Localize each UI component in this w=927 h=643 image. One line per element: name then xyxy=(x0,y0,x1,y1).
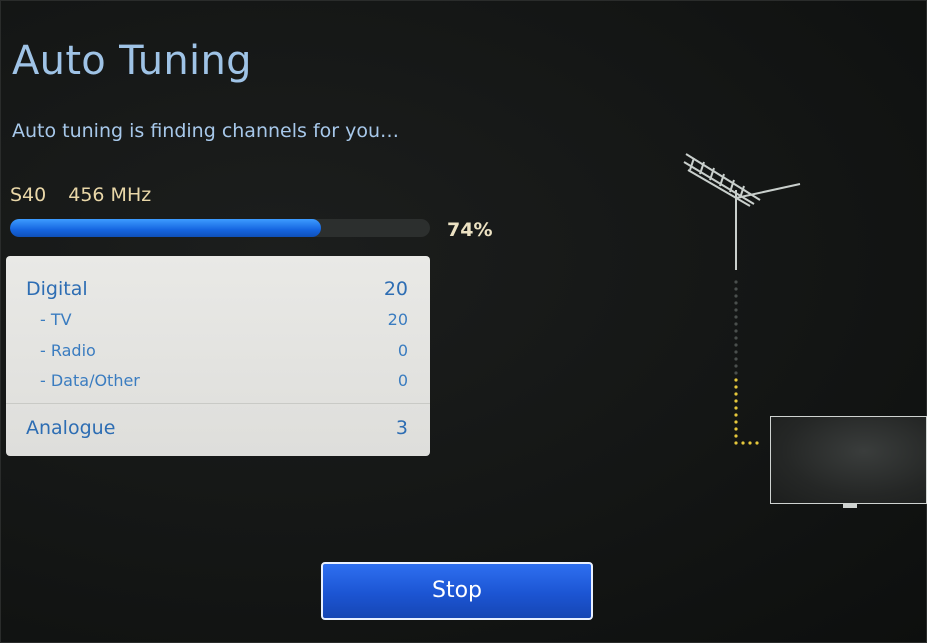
signal-dot xyxy=(734,385,738,389)
progress-bar xyxy=(10,219,430,237)
data-other-count: 0 xyxy=(397,371,408,390)
signal-dot xyxy=(734,378,738,382)
signal-dot xyxy=(734,357,738,361)
signal-dot xyxy=(734,336,738,340)
signal-dot xyxy=(734,301,738,305)
tv-icon xyxy=(770,416,927,504)
tv-label: - TV xyxy=(40,310,72,329)
analogue-label: Analogue xyxy=(26,417,116,439)
signal-dot xyxy=(734,294,738,298)
analogue-count: 3 xyxy=(395,417,408,439)
signal-dot xyxy=(748,441,752,445)
radio-count: 0 xyxy=(397,341,408,360)
signal-dot xyxy=(734,322,738,326)
signal-dot xyxy=(734,371,738,375)
results-row-radio: - Radio 0 xyxy=(6,341,430,369)
signal-dot xyxy=(734,427,738,431)
progress-percent: 74% xyxy=(447,219,493,241)
tv-stand xyxy=(843,504,857,508)
results-row-tv: - TV 20 xyxy=(6,310,430,338)
signal-dot xyxy=(734,399,738,403)
results-row-digital: Digital 20 xyxy=(6,278,430,306)
radio-label: - Radio xyxy=(40,341,96,360)
signal-dot xyxy=(734,441,738,445)
digital-label: Digital xyxy=(26,278,88,300)
data-other-label: - Data/Other xyxy=(40,371,140,390)
channel-frequency: 456 MHz xyxy=(68,184,152,206)
signal-dot xyxy=(734,343,738,347)
signal-dot xyxy=(734,329,738,333)
signal-dot xyxy=(734,413,738,417)
signal-dot xyxy=(734,280,738,284)
signal-dot xyxy=(734,420,738,424)
results-row-data-other: - Data/Other 0 xyxy=(6,371,430,399)
progress-fill xyxy=(10,219,321,237)
signal-dot xyxy=(734,434,738,438)
signal-dot xyxy=(734,364,738,368)
status-message: Auto tuning is finding channels for you… xyxy=(12,120,400,142)
current-channel: S40 456 MHz xyxy=(10,184,173,206)
page-title: Auto Tuning xyxy=(12,38,252,84)
signal-dots xyxy=(734,280,759,445)
channel-id: S40 xyxy=(10,184,47,206)
signal-dot xyxy=(734,392,738,396)
results-panel: Digital 20 - TV 20 - Radio 0 - Data/Othe… xyxy=(6,256,430,456)
stop-button[interactable]: Stop xyxy=(321,562,593,620)
results-divider xyxy=(6,403,430,404)
signal-dot xyxy=(734,350,738,354)
tv-count: 20 xyxy=(387,310,408,329)
signal-dot xyxy=(741,441,745,445)
signal-dot xyxy=(734,315,738,319)
digital-count: 20 xyxy=(383,278,408,300)
antenna-icon xyxy=(683,153,801,270)
signal-dot xyxy=(734,406,738,410)
signal-dot xyxy=(734,308,738,312)
signal-dot xyxy=(734,287,738,291)
results-row-analogue: Analogue 3 xyxy=(6,417,430,445)
signal-dot xyxy=(755,441,759,445)
